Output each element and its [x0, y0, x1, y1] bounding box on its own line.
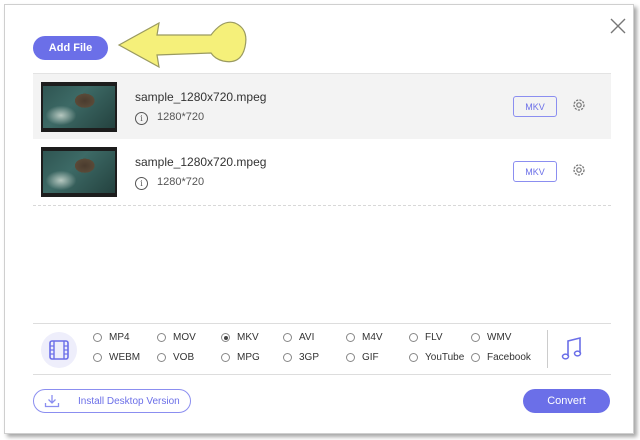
radio-button[interactable]	[409, 333, 418, 342]
radio-button[interactable]	[471, 333, 480, 342]
radio-button[interactable]	[157, 333, 166, 342]
radio-button[interactable]	[346, 353, 355, 362]
file-row[interactable]: sample_1280x720.mpeg i 1280*720 MKV	[33, 73, 611, 140]
format-label: FLV	[425, 332, 443, 343]
file-name: sample_1280x720.mpeg	[135, 90, 267, 104]
format-label: 3GP	[299, 352, 320, 363]
format-label: WEBM	[109, 352, 141, 363]
info-icon[interactable]: i	[135, 177, 148, 190]
convert-button[interactable]: Convert	[523, 389, 610, 413]
format-option-gif[interactable]: GIF	[346, 352, 379, 363]
radio-button[interactable]	[93, 353, 102, 362]
format-option-mp4[interactable]: MP4	[93, 332, 130, 343]
video-thumbnail	[41, 82, 117, 132]
file-name: sample_1280x720.mpeg	[135, 155, 267, 169]
info-icon[interactable]: i	[135, 112, 148, 125]
radio-button-selected[interactable]	[221, 333, 230, 342]
format-label: VOB	[173, 352, 195, 363]
format-option-vob[interactable]: VOB	[157, 352, 194, 363]
format-option-mov[interactable]: MOV	[157, 332, 196, 343]
format-bar: MP4 MOV MKV AVI M4V FLV WMV WEBM VOB MPG…	[33, 323, 611, 375]
format-option-facebook[interactable]: Facebook	[471, 352, 531, 363]
output-format-button[interactable]: MKV	[513, 161, 557, 182]
file-resolution: 1280*720	[157, 111, 205, 123]
format-option-m4v[interactable]: M4V	[346, 332, 383, 343]
format-label: Facebook	[487, 352, 531, 363]
converter-window: Add File sample_1280x720.mpeg i 1280*720…	[4, 4, 634, 434]
output-format-button[interactable]: MKV	[513, 96, 557, 117]
divider	[547, 330, 548, 368]
format-label: YouTube	[425, 352, 465, 363]
add-file-button[interactable]: Add File	[33, 36, 108, 60]
close-icon[interactable]	[609, 17, 627, 35]
file-resolution: 1280*720	[157, 176, 205, 188]
format-option-mkv[interactable]: MKV	[221, 332, 259, 343]
format-option-webm[interactable]: WEBM	[93, 352, 140, 363]
file-row[interactable]: sample_1280x720.mpeg i 1280*720 MKV	[33, 139, 611, 206]
gear-icon[interactable]	[571, 162, 587, 178]
video-thumbnail	[41, 147, 117, 197]
film-icon[interactable]	[41, 332, 77, 368]
gear-icon[interactable]	[571, 97, 587, 113]
radio-button[interactable]	[471, 353, 480, 362]
format-option-youtube[interactable]: YouTube	[409, 352, 464, 363]
format-label: M4V	[362, 332, 383, 343]
radio-button[interactable]	[283, 353, 292, 362]
format-label: MKV	[237, 332, 259, 343]
radio-button[interactable]	[283, 333, 292, 342]
install-desktop-button[interactable]: Install Desktop Version	[33, 389, 191, 413]
format-label: MOV	[173, 332, 196, 343]
radio-button[interactable]	[409, 353, 418, 362]
format-label: GIF	[362, 352, 379, 363]
radio-button[interactable]	[221, 353, 230, 362]
pointer-arrow	[117, 21, 247, 69]
format-label: MPG	[237, 352, 260, 363]
format-option-3gp[interactable]: 3GP	[283, 352, 319, 363]
format-option-avi[interactable]: AVI	[283, 332, 314, 343]
format-option-flv[interactable]: FLV	[409, 332, 443, 343]
format-option-wmv[interactable]: WMV	[471, 332, 511, 343]
download-icon	[44, 395, 60, 408]
format-label: MP4	[109, 332, 130, 343]
radio-button[interactable]	[346, 333, 355, 342]
music-note-icon[interactable]	[561, 336, 583, 362]
format-option-mpg[interactable]: MPG	[221, 352, 260, 363]
install-label: Install Desktop Version	[78, 396, 180, 407]
radio-button[interactable]	[157, 353, 166, 362]
format-label: AVI	[299, 332, 315, 343]
format-label: WMV	[487, 332, 512, 343]
radio-button[interactable]	[93, 333, 102, 342]
